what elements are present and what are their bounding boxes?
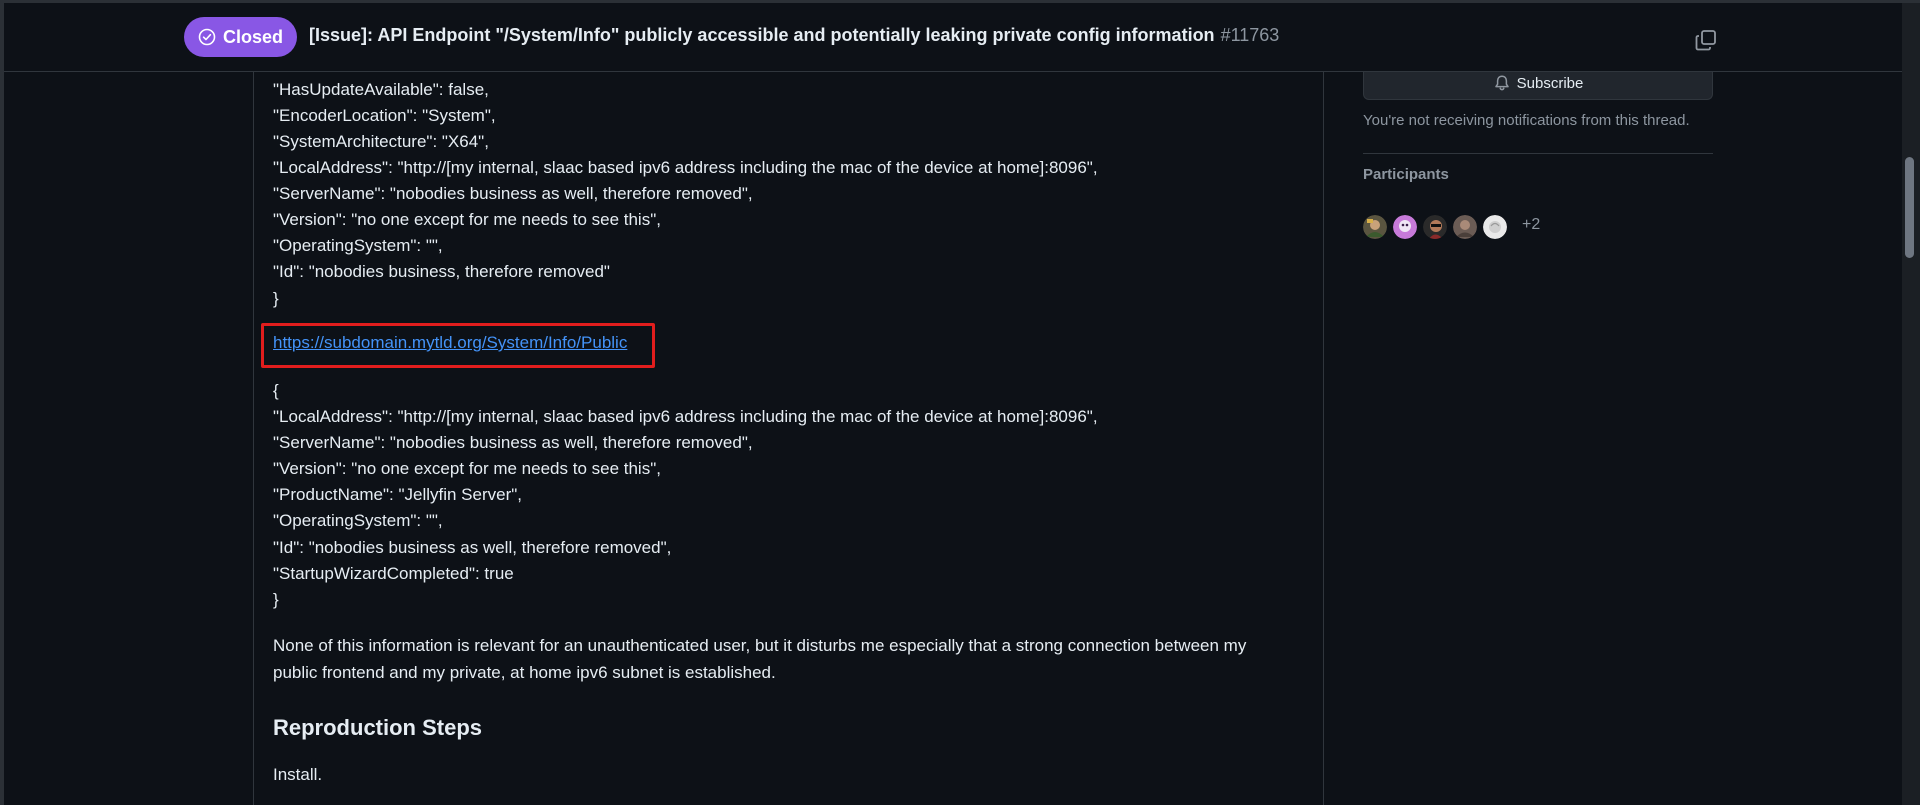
json-line: {	[273, 381, 279, 400]
json-line: "LocalAddress": "http://[my internal, sl…	[273, 158, 1098, 177]
json-line: "Id": "nobodies business as well, theref…	[273, 538, 672, 557]
check-circle-icon	[198, 28, 216, 46]
participant-avatar[interactable]	[1393, 215, 1417, 239]
json-line: "StartupWizardCompleted": true	[273, 564, 514, 583]
participants-heading: Participants	[1363, 166, 1449, 183]
json-line: "Version": "no one except for me needs t…	[273, 459, 661, 478]
json-line: }	[273, 590, 279, 609]
json-line: "EncoderLocation": "System",	[273, 106, 496, 125]
window-frame-left	[0, 0, 4, 805]
json-line: "HasUpdateAvailable": false,	[273, 80, 489, 99]
json-line: "LocalAddress": "http://[my internal, sl…	[273, 407, 1098, 426]
subscribe-label: Subscribe	[1516, 74, 1584, 92]
sidebar-divider	[1363, 153, 1713, 154]
issue-state-label: Closed	[223, 26, 284, 47]
install-step-text: Install.	[273, 765, 323, 784]
json-line: "Version": "no one except for me needs t…	[273, 210, 661, 229]
issue-state-badge: Closed	[184, 17, 298, 57]
participant-avatar[interactable]	[1483, 215, 1507, 239]
description-paragraph: None of this information is relevant for…	[273, 636, 1247, 682]
json-line: "OperatingSystem": "",	[273, 511, 443, 530]
bell-icon	[1494, 75, 1509, 91]
json-line: }	[273, 289, 279, 308]
json-line: "OperatingSystem": "",	[273, 236, 443, 255]
scrollbar-thumb[interactable]	[1905, 157, 1914, 258]
issue-number: #11763	[1220, 25, 1280, 45]
participant-avatar[interactable]	[1453, 215, 1477, 239]
system-info-public-link[interactable]: https://subdomain.mytld.org/System/Info/…	[273, 333, 627, 353]
participant-avatar[interactable]	[1363, 215, 1387, 239]
copy-icon[interactable]	[1694, 28, 1718, 52]
json-line: "ProductName": "Jellyfin Server",	[273, 485, 522, 504]
section-heading: Reproduction Steps	[273, 715, 483, 740]
json-line: "ServerName": "nobodies business as well…	[273, 433, 753, 452]
more-participants-count[interactable]: +2	[1522, 216, 1540, 234]
json-line: "SystemArchitecture": "X64",	[273, 132, 489, 151]
sticky-issue-header: Closed [Issue]: API Endpoint "/System/In…	[4, 3, 1902, 72]
json-line: "ServerName": "nobodies business as well…	[273, 184, 753, 203]
issue-title-text: [Issue]: API Endpoint "/System/Info" pub…	[309, 25, 1215, 45]
json-line: "Id": "nobodies business, therefore remo…	[273, 262, 610, 281]
issue-title: [Issue]: API Endpoint "/System/Info" pub…	[309, 25, 1279, 46]
participant-avatar[interactable]	[1423, 215, 1447, 239]
notification-status-text: You're not receiving notifications from …	[1363, 112, 1690, 129]
vertical-scrollbar[interactable]	[1902, 3, 1920, 805]
